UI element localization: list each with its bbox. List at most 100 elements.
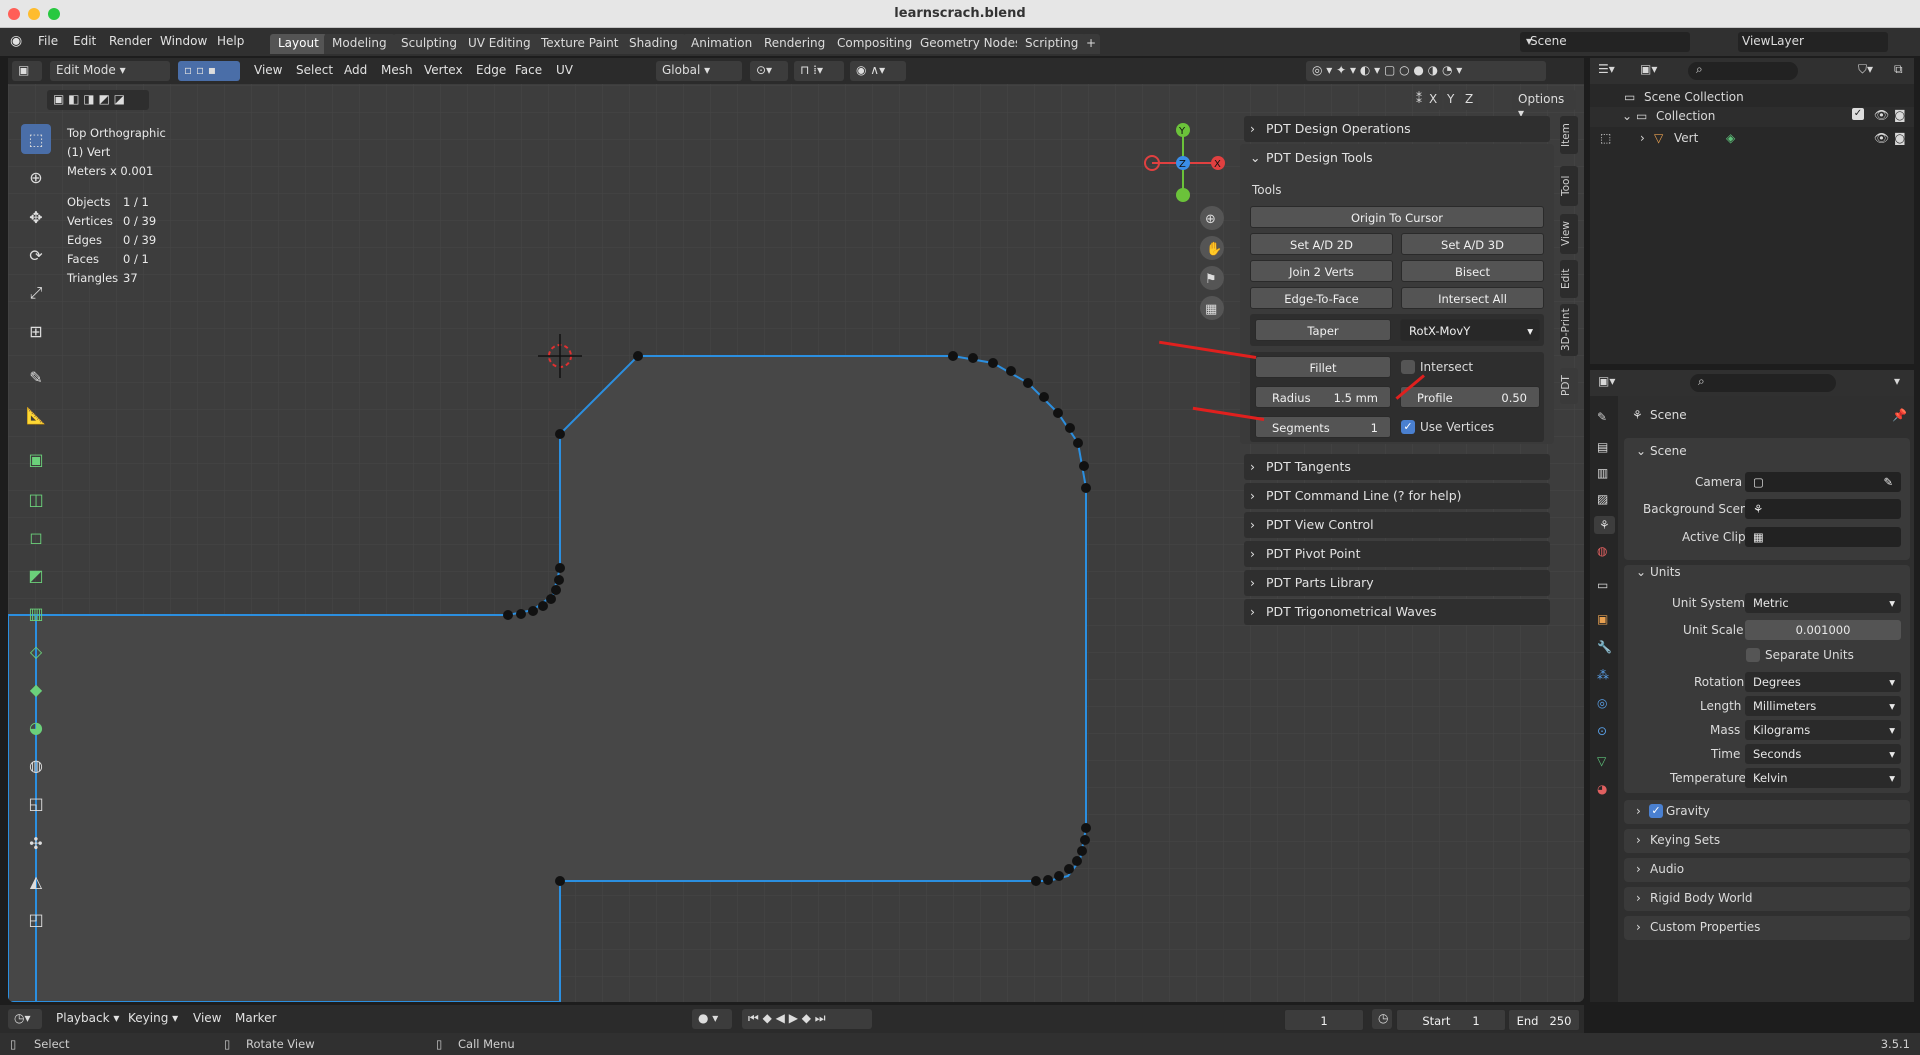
blender-logo-icon[interactable]: ◉ [10,33,22,49]
options-dropdown[interactable]: Options ▾ [1512,90,1576,120]
record-icon[interactable]: ● ▾ [692,1009,732,1029]
editor-type-icon[interactable]: ☰▾ [1598,62,1615,76]
length-dropdown[interactable]: Millimeters ▾ [1745,696,1901,716]
tab-scripting[interactable]: Scripting [1017,34,1087,54]
world-props-icon[interactable]: ◍ [1597,544,1607,558]
edge-to-face-button[interactable]: Edge-To-Face [1250,287,1393,309]
vp-menu-select[interactable]: Select [296,63,333,77]
set-ad-2d-button[interactable]: Set A/D 2D [1250,233,1393,255]
join-2-verts-button[interactable]: Join 2 Verts [1250,260,1393,282]
rotate-tool-icon[interactable]: ⟳ [21,240,51,270]
side-tab-edit[interactable]: Edit [1560,260,1578,298]
units-section-header[interactable]: Units [1650,565,1681,579]
modifier-props-icon[interactable]: 🔧 [1597,640,1612,654]
time-dropdown[interactable]: Seconds ▾ [1745,744,1901,764]
vp-menu-face[interactable]: Face [515,63,542,77]
separate-units-checkbox[interactable] [1746,648,1760,662]
playback-menu[interactable]: Playback ▾ [56,1011,119,1025]
menu-window[interactable]: Window [160,34,207,48]
scale-tool-icon[interactable]: ⤢ [21,278,51,308]
taper-mode-dropdown[interactable]: RotX-MovY ▾ [1400,319,1540,341]
transform-tool-icon[interactable]: ⊞ [21,316,51,346]
extrude-tool-icon[interactable]: ◫ [21,484,51,514]
background-scene-field[interactable]: ⚘ [1745,499,1901,519]
snap-icon[interactable]: ⊓ ⁞▾ [794,61,844,81]
shear-tool-icon[interactable]: ◭ [21,866,51,896]
chevron-down-icon[interactable]: ⌄ [1636,565,1646,579]
vp-menu-view[interactable]: View [254,63,282,77]
playback-controls[interactable]: ⏮ ◆ ◀ ▶ ◆ ⏭ [742,1009,872,1029]
move-tool-icon[interactable]: ✥ [21,202,51,232]
panel-header-design-tools[interactable]: ⌄ PDT Design Tools [1244,145,1550,171]
rip-tool-icon[interactable]: ◰ [21,904,51,934]
keying-menu[interactable]: Keying ▾ [128,1011,178,1025]
eye-icon[interactable]: 👁 [1874,108,1889,122]
chevron-down-icon[interactable]: ⌄ [1636,444,1646,458]
intersect-checkbox[interactable] [1401,360,1415,374]
data-props-icon[interactable]: ▽ [1597,754,1606,768]
tool-props-icon[interactable]: ✎ [1597,410,1607,424]
proportional-edit-icon[interactable]: ◉ ∧▾ [850,61,906,81]
menu-file[interactable]: File [38,34,58,48]
chevron-right-icon[interactable]: › [1636,804,1641,818]
unit-system-dropdown[interactable]: Metric ▾ [1745,593,1901,613]
panel-pdt-command-line[interactable]: › PDT Command Line (? for help) [1244,483,1550,509]
unit-scale-field[interactable]: 0.001000 [1745,620,1901,640]
panel-pdt-design-operations[interactable]: › PDT Design Operations [1244,116,1550,142]
view-layer-props-icon[interactable]: ▨ [1597,492,1608,506]
panel-pdt-view-control[interactable]: › PDT View Control [1244,512,1550,538]
radius-field[interactable]: Radius 1.5 mm [1255,386,1391,408]
add-cube-tool-icon[interactable]: ▣ [21,444,51,474]
panel-pdt-trig-waves[interactable]: › PDT Trigonometrical Waves [1244,599,1550,625]
filter-icon[interactable]: ⛉▾ [1858,62,1873,77]
mass-dropdown[interactable]: Kilograms ▾ [1745,720,1901,740]
intersect-all-button[interactable]: Intersect All [1401,287,1544,309]
select-box-tool-icon[interactable]: ⬚ [21,124,51,154]
constraints-props-icon[interactable]: ⊙ [1597,724,1607,738]
clock-icon[interactable]: ◷ [1372,1009,1392,1029]
side-tab-3d-print[interactable]: 3D-Print [1560,304,1578,356]
tab-geometry-nodes[interactable]: Geometry Nodes [912,34,1030,54]
tab-shading[interactable]: Shading [621,34,686,54]
mirror-icon[interactable]: ⁑ [1410,90,1422,110]
material-props-icon[interactable]: ◕ [1597,782,1607,796]
camera-icon[interactable]: ◙ [1894,108,1906,122]
gravity-checkbox[interactable]: ✓ [1649,804,1663,818]
output-props-icon[interactable]: ▥ [1597,466,1608,480]
transform-orientation[interactable]: Global ▾ [656,61,742,81]
pin-icon[interactable]: 📌 [1892,408,1907,422]
outliner-search-input[interactable]: ⌕ [1688,62,1798,80]
knife-tool-icon[interactable]: ◇ [21,636,51,666]
timeline-view-menu[interactable]: View [193,1011,221,1025]
active-clip-field[interactable]: ▦ [1745,527,1901,547]
poly-build-tool-icon[interactable]: ◆ [21,674,51,704]
temperature-dropdown[interactable]: Kelvin ▾ [1745,768,1901,788]
mesh-data-icon[interactable]: ◈ [1726,131,1735,145]
marker-menu[interactable]: Marker [235,1011,276,1025]
exclude-checkbox[interactable]: ✓ [1852,108,1864,120]
profile-field[interactable]: Profile 0.50 [1400,386,1540,408]
options-icon[interactable]: ▾ [1894,374,1900,388]
render-props-icon[interactable]: ▤ [1597,440,1608,454]
taper-button[interactable]: Taper [1255,319,1391,341]
add-workspace-icon[interactable]: + [1082,34,1101,54]
timeline-editor-icon[interactable]: ◷▾ [8,1009,42,1029]
origin-to-cursor-button[interactable]: Origin To Cursor [1250,206,1544,228]
inset-tool-icon[interactable]: ◻ [21,522,51,552]
loop-cut-tool-icon[interactable]: ▥ [21,598,51,628]
vp-menu-mesh[interactable]: Mesh [381,63,413,77]
display-mode-icon[interactable]: ▣▾ [1640,62,1657,76]
mirror-z[interactable]: Z [1462,90,1478,110]
cursor-tool-icon[interactable]: ⊕ [21,162,51,192]
tab-rendering[interactable]: Rendering [756,34,834,54]
object-label[interactable]: Vert [1674,131,1698,145]
viewlayer-selector[interactable]: ViewLayer [1738,32,1888,52]
chevron-down-icon[interactable]: ⌄ [1622,109,1632,123]
overlay-shading-controls[interactable]: ◎ ▾ ✦ ▾ ◐ ▾ ▢ ○ ● ◑ ◔ ▾ [1306,61,1546,81]
pivot-icon[interactable]: ⊙▾ [750,61,788,81]
spin-tool-icon[interactable]: ◕ [21,712,51,742]
tab-layout[interactable]: Layout [270,34,327,54]
vp-menu-vertex[interactable]: Vertex [424,63,463,77]
start-frame-field[interactable]: Start 1 [1396,1009,1506,1031]
vp-menu-edge[interactable]: Edge [476,63,506,77]
